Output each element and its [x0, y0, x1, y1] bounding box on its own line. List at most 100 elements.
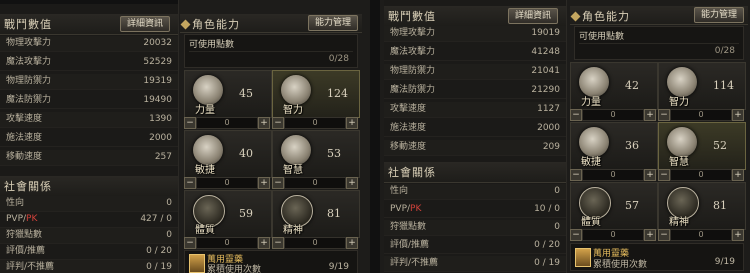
attr-strength[interactable]: 力量 45 [184, 70, 272, 118]
minus-button[interactable]: − [570, 229, 582, 241]
alloc-value: 0 [582, 169, 644, 181]
attr-stepper: −0 + [184, 117, 270, 129]
detail-info-button[interactable]: 詳細資訊 [507, 8, 558, 24]
combat-stats-title: 戰鬥數值 [4, 18, 52, 31]
attr-value: 57 [625, 199, 639, 212]
attr-intelligence[interactable]: 智力 124 [272, 70, 360, 118]
stat-value: 19490 [143, 95, 172, 105]
stat-value: 19319 [143, 76, 172, 86]
attr-constitution[interactable]: 體質 59 [184, 190, 272, 238]
plus-button[interactable]: + [346, 177, 358, 189]
attr-wisdom[interactable]: 智慧 52 [658, 122, 746, 170]
social-header: 社會關係 [384, 162, 566, 183]
stat-row: 物理攻擊力 19019 [384, 26, 566, 42]
attr-spirit[interactable]: 精神 81 [658, 182, 746, 230]
minus-button[interactable]: − [272, 177, 284, 189]
minus-button[interactable]: − [184, 177, 196, 189]
alloc-value: 0 [196, 177, 258, 189]
attr-spirit[interactable]: 精神 81 [272, 190, 360, 238]
attr-name: 敏捷 [581, 157, 601, 168]
minus-button[interactable]: − [658, 229, 670, 241]
social-value: 0 / 20 [534, 240, 560, 250]
attr-agility[interactable]: 敏捷 36 [570, 122, 658, 170]
stat-row: 物理攻擊力 20032 [0, 36, 178, 52]
stat-label: 施法速度 [6, 133, 43, 143]
social-value: 10 / 0 [534, 204, 560, 214]
social-value: 0 / 19 [146, 262, 172, 272]
social-title: 社會關係 [4, 180, 52, 193]
plus-button[interactable]: + [732, 109, 744, 121]
attr-agility[interactable]: 敏捷 40 [184, 130, 272, 178]
minus-button[interactable]: − [184, 237, 196, 249]
social-label: 評判/不推薦 [6, 262, 55, 272]
social-row: PVP/PK 10 / 0 [384, 202, 566, 218]
alloc-value: 0 [582, 229, 644, 241]
plus-button[interactable]: + [644, 229, 656, 241]
attr-value: 114 [713, 79, 734, 92]
title-card: 萬用靈藥 累積使用次數 9/19 [570, 243, 744, 271]
plus-button[interactable]: + [644, 109, 656, 121]
attr-name: 智力 [669, 97, 689, 108]
attr-value: 124 [327, 87, 348, 100]
attr-wisdom[interactable]: 智慧 53 [272, 130, 360, 178]
character-stats-panel-2: 戰鬥數值 詳細資訊 物理攻擊力 19019 魔法攻擊力 41248 物理防禦力 210… [380, 0, 750, 273]
plus-button[interactable]: + [258, 117, 270, 129]
plus-button[interactable]: + [346, 237, 358, 249]
minus-button[interactable]: − [658, 169, 670, 181]
stat-label: 物理防禦力 [390, 66, 436, 76]
minus-button[interactable]: − [272, 117, 284, 129]
stat-label: 物理攻擊力 [390, 28, 436, 38]
diamond-icon [180, 19, 191, 30]
plus-button[interactable]: + [258, 177, 270, 189]
plus-button[interactable]: + [732, 229, 744, 241]
stat-label: 物理防禦力 [6, 76, 52, 86]
minus-button[interactable]: − [184, 117, 196, 129]
minus-button[interactable]: − [272, 237, 284, 249]
stat-row: 物理防禦力 21041 [384, 64, 566, 80]
stat-label: 物理攻擊力 [6, 38, 52, 48]
ability-title-text: 角色能力 [582, 10, 630, 23]
social-value: 0 / 20 [146, 246, 172, 256]
attr-strength[interactable]: 力量 42 [570, 62, 658, 110]
alloc-value: 0 [284, 237, 346, 249]
ability-header: 角色能力 能力管理 [570, 6, 748, 25]
stat-row: 攻擊速度 1390 [0, 112, 178, 128]
available-points-box: 可使用點數 0/28 [574, 26, 744, 60]
attr-stepper: −0 + [570, 229, 656, 241]
minus-button[interactable]: − [570, 169, 582, 181]
social-row: 性向 0 [384, 184, 566, 200]
elixir-icon [575, 248, 591, 267]
detail-info-button[interactable]: 詳細資訊 [119, 16, 170, 32]
minus-button[interactable]: − [570, 109, 582, 121]
attr-constitution[interactable]: 體質 57 [570, 182, 658, 230]
stat-row: 移動速度 257 [0, 150, 178, 166]
stat-row: 魔法防禦力 21290 [384, 83, 566, 99]
top-bar [0, 0, 178, 4]
plus-button[interactable]: + [732, 169, 744, 181]
attr-stepper: −0 + [272, 177, 358, 189]
ability-manage-button[interactable]: 能力管理 [693, 7, 744, 23]
stat-value: 1127 [537, 104, 560, 114]
attr-stepper: −0 + [272, 117, 358, 129]
plus-button[interactable]: + [644, 169, 656, 181]
stat-value: 2000 [149, 133, 172, 143]
minus-button[interactable]: − [658, 109, 670, 121]
plus-button[interactable]: + [346, 117, 358, 129]
stat-label: 施法速度 [390, 123, 427, 133]
attr-name: 智力 [283, 105, 303, 116]
attr-name: 精神 [283, 225, 303, 236]
attr-stepper: −0 + [184, 237, 270, 249]
stat-value: 21041 [531, 66, 560, 76]
social-title: 社會關係 [388, 166, 436, 179]
attr-value: 45 [239, 87, 253, 100]
attr-value: 40 [239, 147, 253, 160]
attr-stepper: −0 + [658, 169, 744, 181]
combat-stats-title: 戰鬥數值 [388, 10, 436, 23]
plus-button[interactable]: + [258, 237, 270, 249]
attr-stepper: −0 + [570, 169, 656, 181]
ability-title: 角色能力 [180, 16, 240, 32]
alloc-value: 0 [670, 229, 732, 241]
attr-intelligence[interactable]: 智力 114 [658, 62, 746, 110]
ability-manage-button[interactable]: 能力管理 [307, 15, 358, 31]
attr-value: 42 [625, 79, 639, 92]
